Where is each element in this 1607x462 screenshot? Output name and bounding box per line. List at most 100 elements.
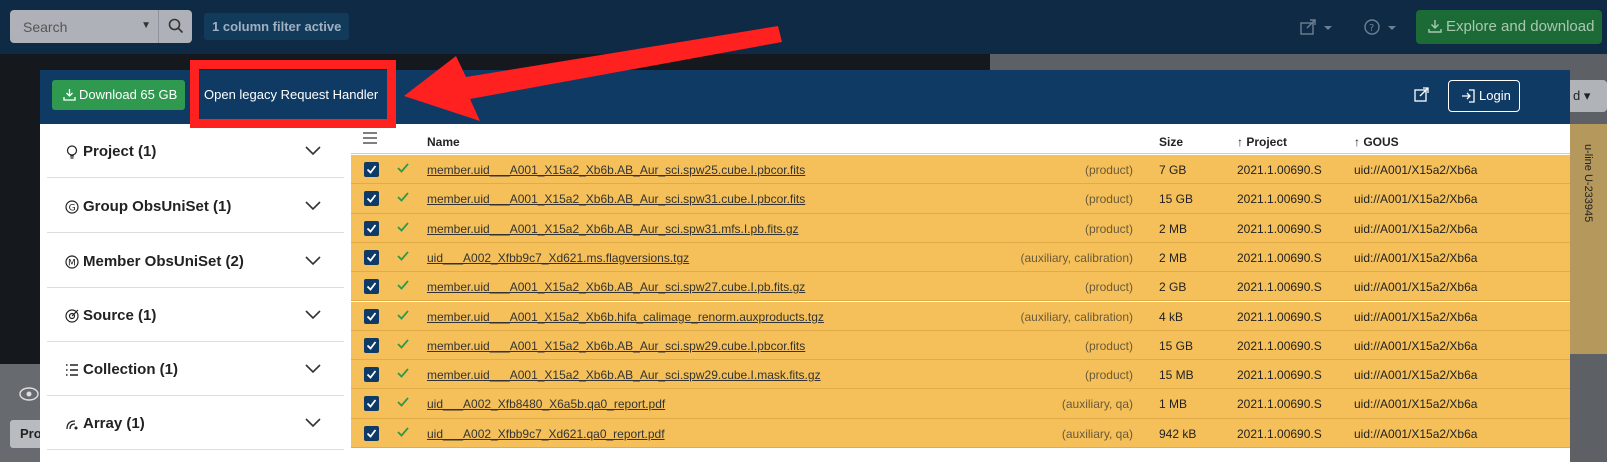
external-link-icon[interactable] xyxy=(1414,86,1430,102)
column-header-name[interactable]: Name xyxy=(427,135,460,149)
file-project: 2021.1.00690.S xyxy=(1237,397,1322,412)
file-size: 7 GB xyxy=(1159,163,1187,177)
row-checkbox[interactable] xyxy=(364,279,379,295)
table-row[interactable]: member.uid___A001_X15a2_Xb6b.AB_Aur_sci.… xyxy=(351,360,1570,390)
available-check-icon xyxy=(397,397,409,408)
table-row[interactable]: member.uid___A001_X15a2_Xb6b.AB_Aur_sci.… xyxy=(351,184,1570,214)
checkmark-icon xyxy=(366,370,377,379)
file-table: Name Size ↑ Project ↑ GOUS member.uid___… xyxy=(351,124,1570,462)
checkmark-icon xyxy=(366,253,377,262)
table-row[interactable]: member.uid___A001_X15a2_Xb6b.AB_Aur_sci.… xyxy=(351,272,1570,302)
download-modal: Download 65 GB Open legacy Request Handl… xyxy=(40,70,1570,462)
facet-group-obsuniset[interactable]: G Group ObsUniSet (1) xyxy=(47,179,344,233)
target-icon xyxy=(65,309,79,323)
facet-label: Source (1) xyxy=(83,307,157,324)
row-checkbox[interactable] xyxy=(364,220,379,236)
m-circle-icon: M xyxy=(65,255,79,269)
file-project: 2021.1.00690.S xyxy=(1237,192,1322,207)
facet-collection[interactable]: Collection (1) xyxy=(47,342,344,396)
background-dropdown[interactable]: d ▾ xyxy=(1565,80,1607,112)
list-icon xyxy=(66,364,78,376)
facet-member-obsuniset[interactable]: M Member ObsUniSet (2) xyxy=(47,234,344,288)
file-gous: uid://A001/X15a2/Xb6a xyxy=(1354,221,1478,236)
table-row[interactable]: member.uid___A001_X15a2_Xb6b.hifa_calima… xyxy=(351,301,1570,331)
file-name-link[interactable]: member.uid___A001_X15a2_Xb6b.AB_Aur_sci.… xyxy=(427,368,821,382)
g-circle-icon: G xyxy=(65,200,79,214)
checkmark-icon xyxy=(366,311,377,321)
file-size: 1 MB xyxy=(1159,397,1188,412)
table-row[interactable]: member.uid___A001_X15a2_Xb6b.AB_Aur_sci.… xyxy=(351,213,1570,243)
explore-download-button[interactable]: Explore and download xyxy=(1416,10,1602,44)
file-type: (product) xyxy=(1084,163,1133,177)
file-name-link[interactable]: member.uid___A001_X15a2_Xb6b.hifa_calima… xyxy=(427,310,824,324)
chevron-down-icon xyxy=(305,364,321,374)
file-name-link[interactable]: uid___A002_Xfbb9c7_Xd621.qa0_report.pdf xyxy=(427,427,665,441)
search-placeholder: Search xyxy=(23,19,68,35)
file-size: 4 kB xyxy=(1159,309,1184,324)
file-gous: uid://A001/X15a2/Xb6a xyxy=(1354,192,1478,207)
file-size: 15 GB xyxy=(1159,192,1194,207)
row-checkbox[interactable] xyxy=(364,367,379,383)
column-header-project[interactable]: ↑ Project xyxy=(1237,135,1287,149)
search-button[interactable] xyxy=(158,10,192,43)
facet-label: Group ObsUniSet (1) xyxy=(83,198,232,215)
table-row[interactable]: member.uid___A001_X15a2_Xb6b.AB_Aur_sci.… xyxy=(351,330,1570,361)
available-check-icon xyxy=(397,309,409,320)
row-checkbox[interactable] xyxy=(364,396,379,412)
login-icon xyxy=(1462,89,1475,103)
table-row[interactable]: uid___A002_Xfbb9c7_Xd621.ms.flagversions… xyxy=(351,242,1570,273)
row-checkbox[interactable] xyxy=(364,308,379,324)
column-menu-icon[interactable] xyxy=(363,132,377,144)
file-gous: uid://A001/X15a2/Xb6a xyxy=(1354,338,1478,353)
table-row[interactable]: member.uid___A001_X15a2_Xb6b.AB_Aur_sci.… xyxy=(351,155,1570,185)
download-label: Download 65 GB xyxy=(79,87,178,102)
column-header-size[interactable]: Size xyxy=(1159,135,1183,149)
share-menu-button[interactable] xyxy=(1300,18,1336,38)
file-type: (product) xyxy=(1084,280,1133,295)
download-button[interactable]: Download 65 GB xyxy=(52,80,185,110)
file-project: 2021.1.00690.S xyxy=(1237,309,1322,324)
bulb-icon xyxy=(66,145,78,159)
file-size: 15 MB xyxy=(1159,368,1194,383)
file-name-link[interactable]: uid___A002_Xfbb9c7_Xd621.ms.flagversions… xyxy=(427,251,689,265)
table-row[interactable]: uid___A002_Xfb8480_X6a5b.qa0_report.pdf (… xyxy=(351,389,1570,419)
file-name-link[interactable]: member.uid___A001_X15a2_Xb6b.AB_Aur_sci.… xyxy=(427,163,805,177)
row-checkbox[interactable] xyxy=(364,425,379,441)
file-name-link[interactable]: member.uid___A001_X15a2_Xb6b.AB_Aur_sci.… xyxy=(427,192,805,206)
login-button[interactable]: Login xyxy=(1448,80,1520,112)
row-checkbox[interactable] xyxy=(364,162,379,177)
file-type: (auxiliary, qa) xyxy=(1061,397,1133,412)
file-gous: uid://A001/X15a2/Xb6a xyxy=(1354,309,1478,324)
file-gous: uid://A001/X15a2/Xb6a xyxy=(1354,280,1478,295)
column-header-project-label: Project xyxy=(1246,135,1288,149)
file-name-link[interactable]: member.uid___A001_X15a2_Xb6b.AB_Aur_sci.… xyxy=(427,280,805,294)
table-row[interactable]: uid___A002_Xfbb9c7_Xd621.qa0_report.pdf (… xyxy=(351,418,1570,448)
file-project: 2021.1.00690.S xyxy=(1237,280,1322,295)
background-product-tab[interactable]: Pro xyxy=(10,420,42,448)
help-menu-button[interactable]: ? xyxy=(1364,18,1400,38)
available-check-icon xyxy=(397,192,409,203)
file-name-link[interactable]: uid___A002_Xfb8480_X6a5b.qa0_report.pdf xyxy=(427,397,665,411)
column-filter-badge[interactable]: 1 column filter active xyxy=(204,13,350,40)
column-header-gous[interactable]: ↑ GOUS xyxy=(1354,135,1399,149)
file-name-link[interactable]: member.uid___A001_X15a2_Xb6b.AB_Aur_sci.… xyxy=(427,222,799,236)
file-size: 2 GB xyxy=(1159,280,1187,295)
row-checkbox[interactable] xyxy=(364,337,379,353)
available-check-icon xyxy=(397,427,409,437)
table-header: Name Size ↑ Project ↑ GOUS xyxy=(351,124,1570,154)
facet-source[interactable]: Source (1) xyxy=(47,288,344,342)
file-size: 2 MB xyxy=(1159,221,1188,236)
file-name-link[interactable]: member.uid___A001_X15a2_Xb6b.AB_Aur_sci.… xyxy=(427,339,805,353)
row-checkbox[interactable] xyxy=(364,249,379,265)
file-type: (auxiliary, qa) xyxy=(1061,426,1133,441)
facet-project[interactable]: Project (1) xyxy=(47,124,344,178)
background-spectrum: u-line U-233945 xyxy=(1568,124,1607,354)
antenna-icon xyxy=(66,420,78,430)
available-check-icon xyxy=(397,163,409,173)
file-type: (product) xyxy=(1084,192,1133,207)
row-checkbox[interactable] xyxy=(364,191,379,207)
facet-array[interactable]: Array (1) xyxy=(47,396,344,450)
file-project: 2021.1.00690.S xyxy=(1237,163,1322,177)
search-input[interactable]: Search ▼ xyxy=(10,10,158,43)
facet-label: Collection (1) xyxy=(83,361,179,378)
